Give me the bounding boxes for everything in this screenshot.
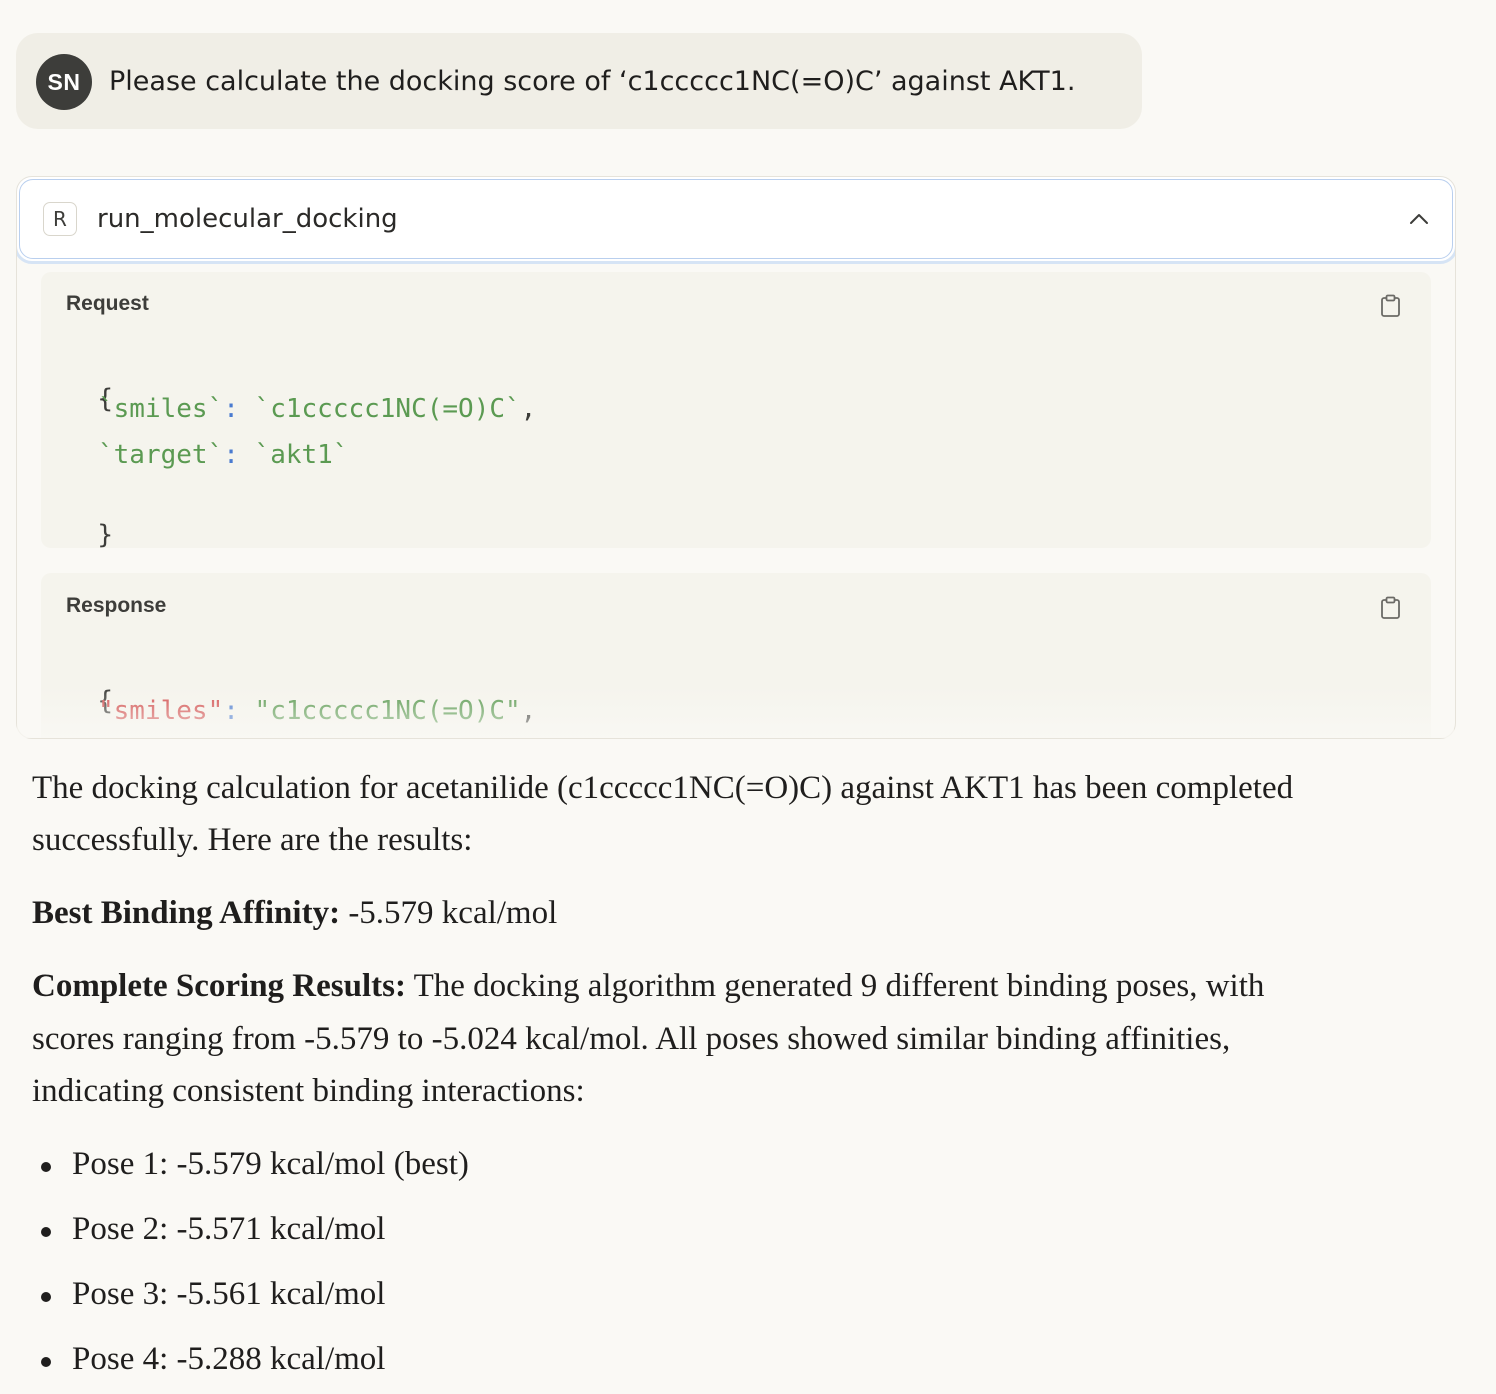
code-line: `smiles`: `c1ccccc1NC(=O)C`, (98, 394, 537, 424)
complete-results-line: scores ranging from -5.579 to -5.024 kca… (32, 1021, 1231, 1057)
tool-name[interactable]: run_molecular_docking (97, 201, 398, 237)
best-affinity-value: -5.579 kcal/mol (340, 895, 558, 931)
json-value: `akt1` (254, 440, 349, 470)
code-line: `target`: `akt1` (98, 440, 349, 470)
json-value: `c1ccccc1NC(=O)C` (254, 394, 521, 424)
chevron-up-icon[interactable] (1406, 206, 1432, 232)
json-key: `target` (98, 440, 224, 470)
clipboard-icon[interactable] (1380, 294, 1401, 318)
json-value: "c1ccccc1NC(=O)C" (254, 696, 521, 726)
list-item: Pose 3: -5.561 kcal/mol (72, 1276, 386, 1312)
complete-results: Complete Scoring Results: The docking al… (32, 968, 1265, 1004)
best-affinity: Best Binding Affinity: -5.579 kcal/mol (32, 895, 557, 932)
complete-results-line: indicating consistent binding interactio… (32, 1073, 585, 1109)
answer-intro-line: The docking calculation for acetanilide … (32, 770, 1294, 806)
best-affinity-label: Best Binding Affinity: (32, 895, 341, 931)
list-item: Pose 2: -5.571 kcal/mol (72, 1211, 386, 1247)
list-item: Pose 1: -5.579 kcal/mol (best) (72, 1146, 469, 1182)
json-key: "smiles" (98, 696, 224, 726)
bullet (41, 1227, 51, 1237)
tool-badge: R (43, 202, 77, 236)
answer-intro-line: successfully. Here are the results: (32, 822, 473, 858)
avatar: SN (36, 54, 92, 110)
code-line: "smiles": "c1ccccc1NC(=O)C", (98, 696, 537, 726)
user-message-text: Please calculate the docking score of ‘c… (109, 66, 1076, 97)
response-label: Response (66, 594, 167, 617)
code-line: } (97, 520, 113, 550)
bullet (41, 1162, 51, 1172)
bullet (41, 1292, 51, 1302)
request-label: Request (66, 292, 149, 315)
json-key: `smiles` (98, 394, 224, 424)
list-item: Pose 4: -5.288 kcal/mol (72, 1341, 386, 1377)
bullet (41, 1357, 51, 1367)
clipboard-icon[interactable] (1380, 596, 1401, 620)
complete-results-label: Complete Scoring Results: (32, 968, 406, 1004)
